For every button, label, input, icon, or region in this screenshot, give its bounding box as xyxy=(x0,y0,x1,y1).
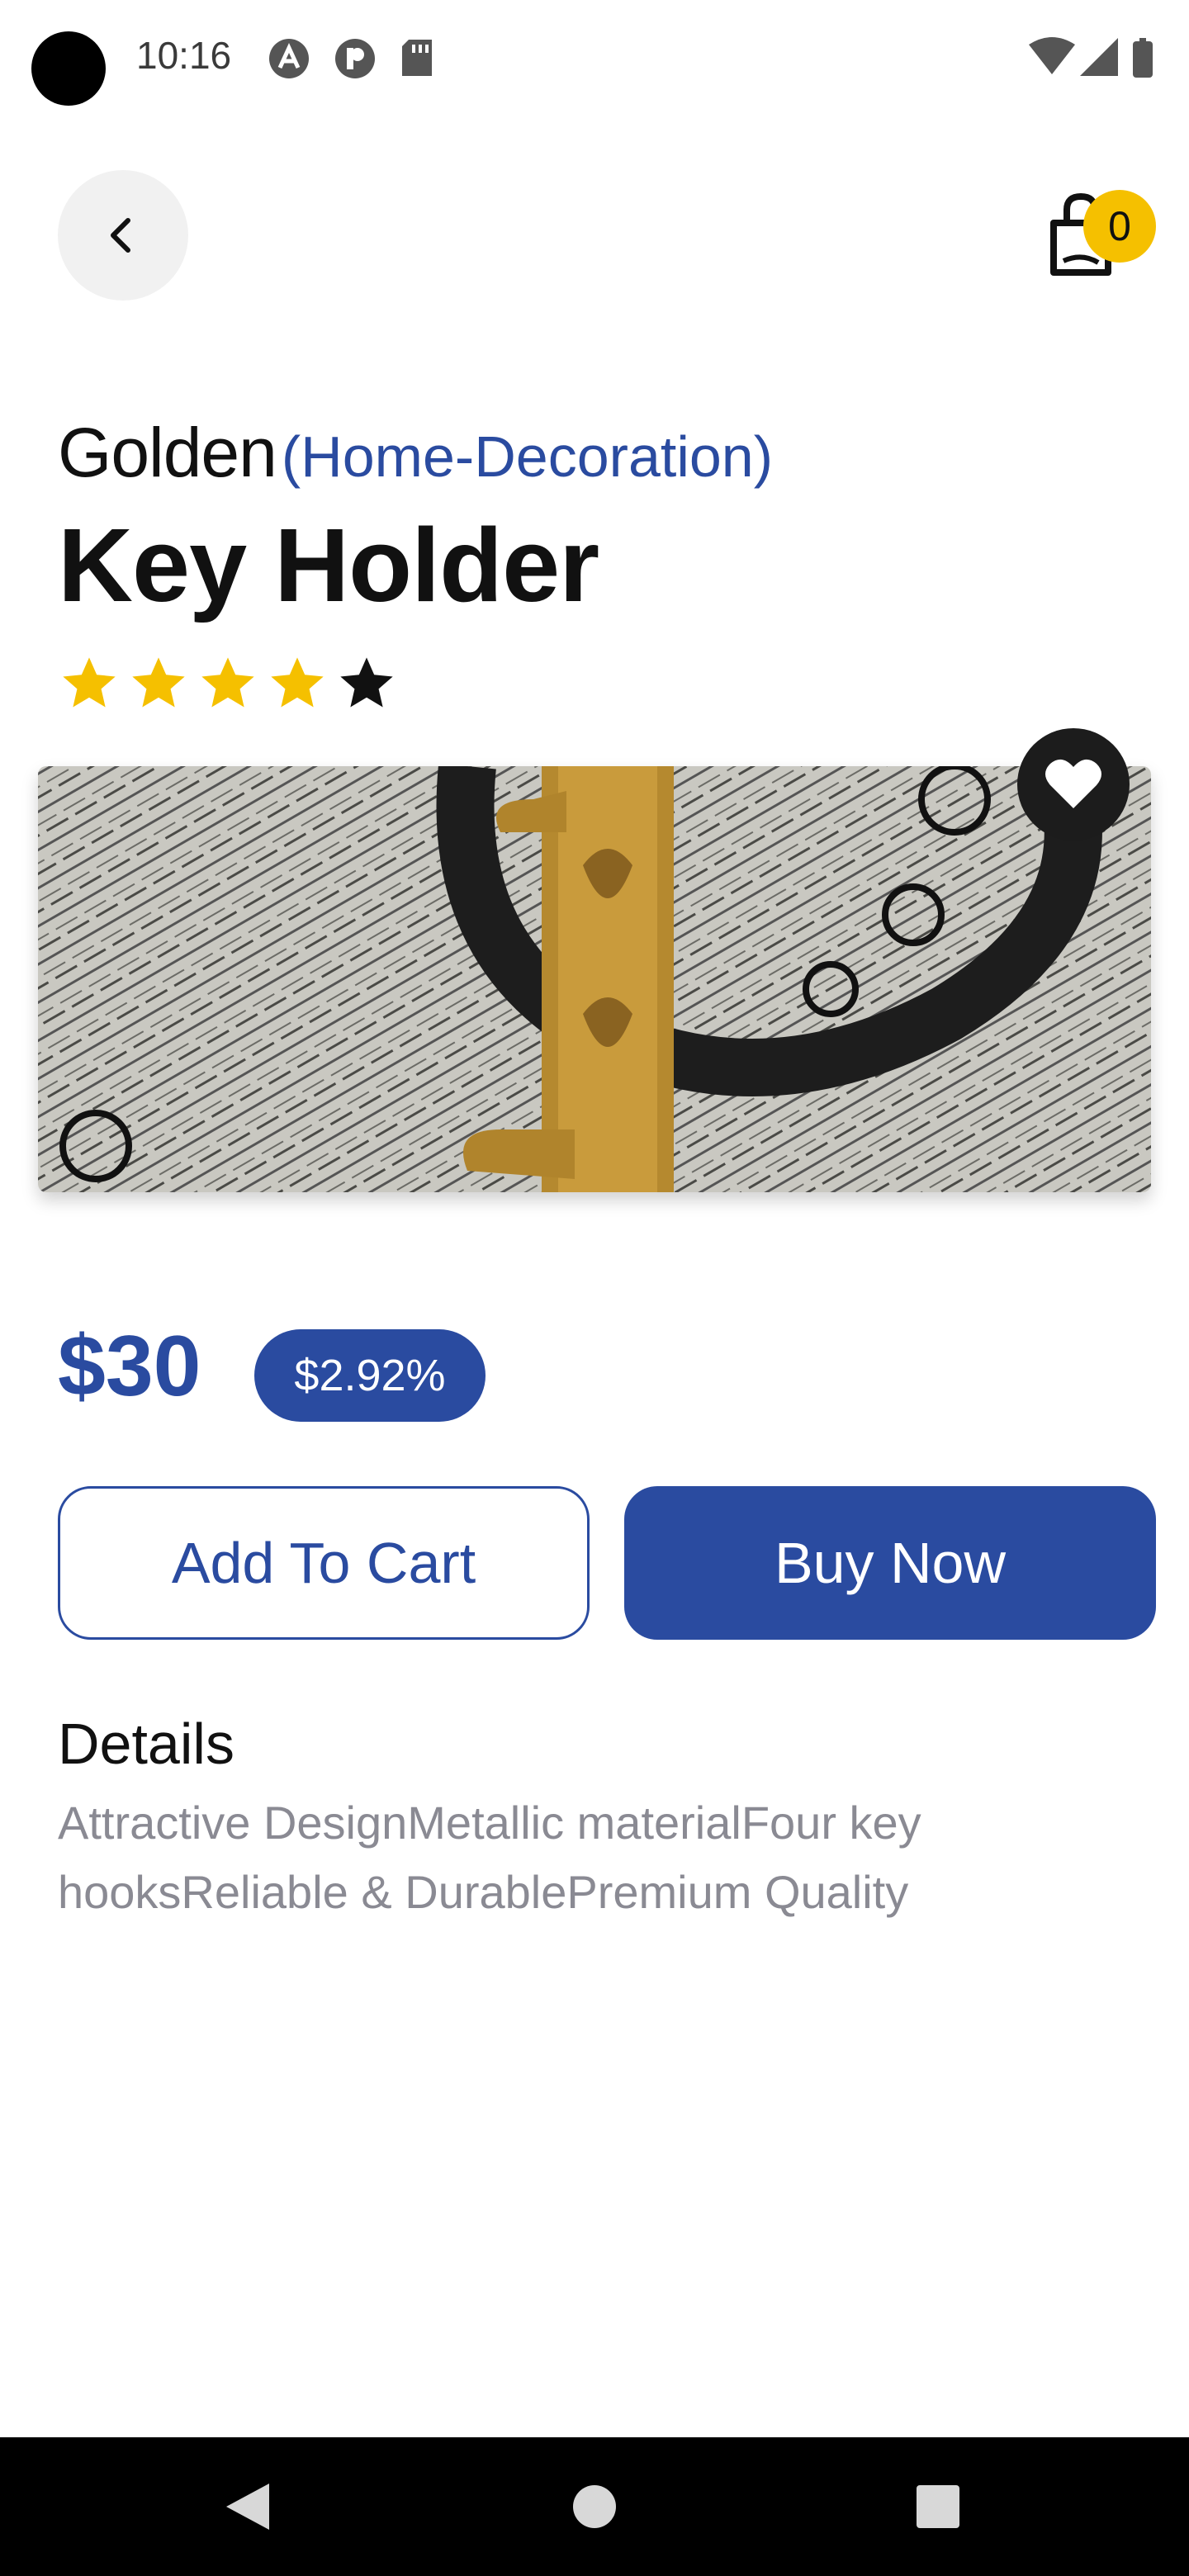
signal-icon xyxy=(1080,38,1118,76)
product-detail-screen: 10:16 0 Golden(Home-Decoration) Key Hold… xyxy=(0,0,1189,2576)
brand-line: Golden(Home-Decoration) xyxy=(58,413,773,493)
nav-home-icon[interactable] xyxy=(573,2485,616,2528)
sd-card-icon xyxy=(402,40,432,76)
star-empty-icon xyxy=(340,657,393,708)
details-text: Attractive DesignMetallic materialFour k… xyxy=(58,1797,921,1918)
favorite-button[interactable] xyxy=(1017,728,1130,841)
status-time: 10:16 xyxy=(136,34,232,77)
key-holder-photo xyxy=(38,766,1151,1192)
price: $30 xyxy=(58,1319,201,1414)
product-title: Key Holder xyxy=(58,507,599,623)
status-right-icons xyxy=(1029,37,1153,78)
status-bar: 10:16 xyxy=(0,0,1189,116)
details-heading: Details xyxy=(58,1712,234,1776)
star-filled-icon xyxy=(132,657,185,708)
star-rating xyxy=(58,652,398,718)
p-app-icon xyxy=(335,39,375,78)
brand-name: Golden xyxy=(58,414,277,491)
cart-count-badge: 0 xyxy=(1083,190,1156,263)
nav-recents-icon[interactable] xyxy=(917,2485,959,2528)
autofill-icon xyxy=(269,39,309,78)
product-image xyxy=(38,766,1151,1192)
system-nav-bar xyxy=(0,2437,1189,2576)
chevron-left-icon xyxy=(111,218,130,253)
star-filled-icon xyxy=(201,657,254,708)
star-filled-icon xyxy=(63,657,116,708)
status-left-icons xyxy=(269,39,432,78)
nav-back-icon[interactable] xyxy=(226,2484,269,2530)
buy-now-button[interactable]: Buy Now xyxy=(624,1486,1156,1640)
discount-badge: $2.92% xyxy=(254,1329,486,1422)
battery-icon xyxy=(1133,38,1153,78)
wifi-icon xyxy=(1029,37,1075,74)
back-button[interactable] xyxy=(58,170,188,301)
nav-buttons xyxy=(226,2484,959,2530)
add-to-cart-button[interactable]: Add To Cart xyxy=(58,1486,590,1640)
camera-cutout xyxy=(31,31,106,106)
category-label: (Home-Decoration) xyxy=(281,424,774,489)
star-filled-icon xyxy=(271,657,324,708)
heart-icon xyxy=(1045,759,1101,808)
